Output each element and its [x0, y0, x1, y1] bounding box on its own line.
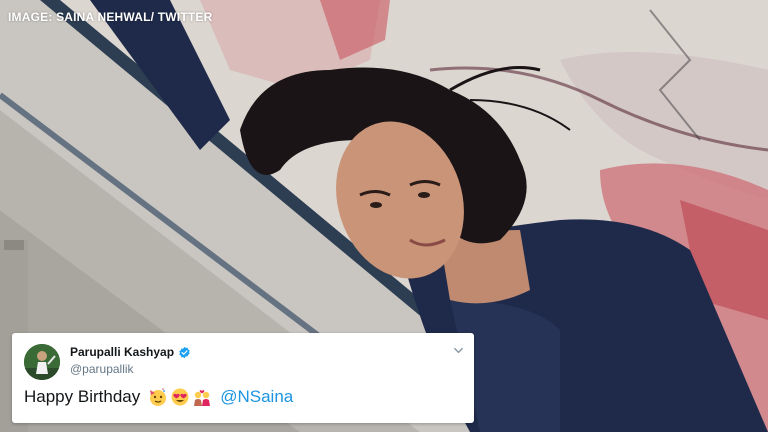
image-credit: IMAGE: SAINA NEHWAL/ TWITTER — [8, 10, 213, 24]
emoji-group — [148, 387, 212, 407]
party-face-emoji — [150, 388, 167, 406]
tweet-text: Happy Birthday @NSaina — [24, 387, 293, 407]
chevron-down-icon[interactable] — [453, 345, 464, 356]
author-avatar[interactable] — [24, 344, 60, 380]
mention-link[interactable]: @NSaina — [220, 387, 293, 407]
author-handle[interactable]: @parupallik — [70, 362, 191, 376]
heart-eyes-emoji — [171, 388, 189, 406]
verified-badge-icon — [179, 346, 190, 358]
author-name[interactable]: Parupalli Kashyap — [70, 345, 174, 359]
tweet-author: Parupalli Kashyap @parupallik — [70, 345, 191, 376]
couple-with-heart-emoji — [194, 390, 211, 406]
tweet-greeting: Happy Birthday — [24, 387, 141, 406]
tweet-card[interactable]: Parupalli Kashyap @parupallik Happy Birt… — [12, 333, 474, 423]
photo-scene: IMAGE: SAINA NEHWAL/ TWITTER Parupalli K… — [0, 0, 768, 432]
